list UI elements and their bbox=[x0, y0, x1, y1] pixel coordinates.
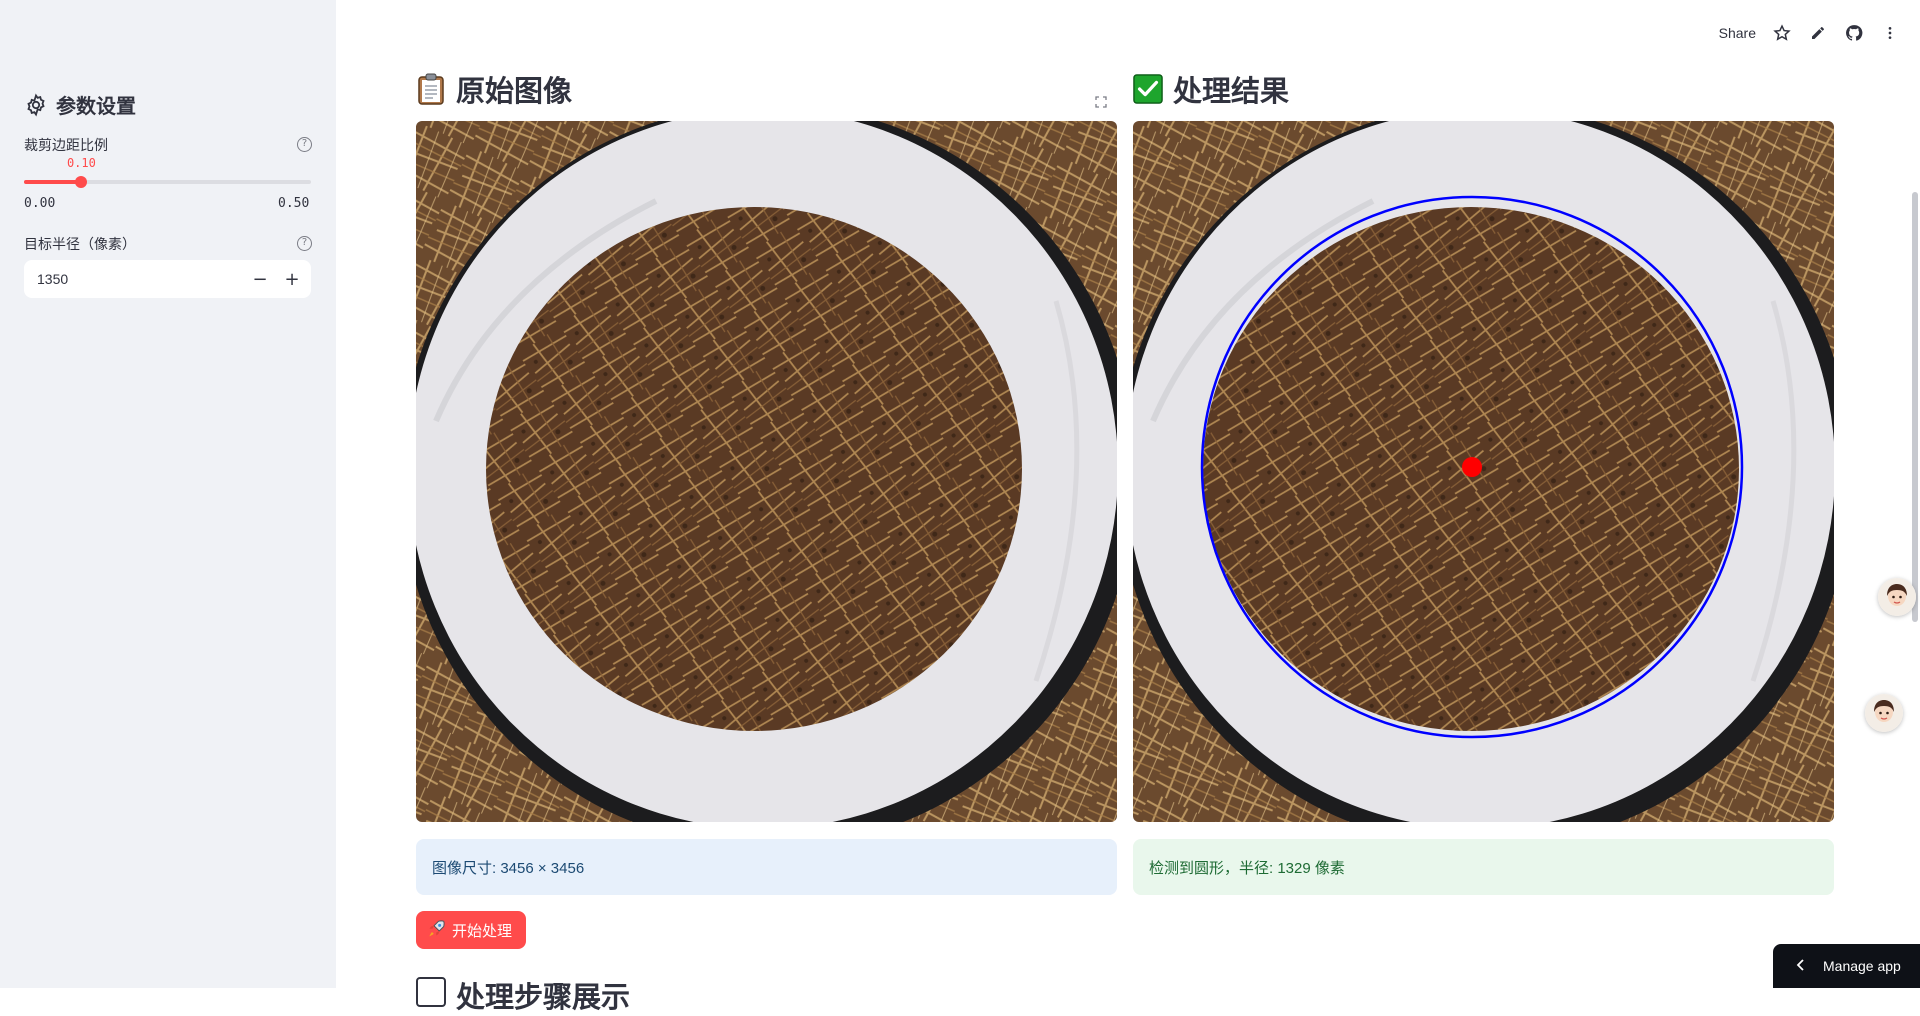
slider-thumb[interactable] bbox=[75, 176, 87, 188]
github-icon[interactable] bbox=[1844, 23, 1864, 43]
avatar[interactable] bbox=[1878, 578, 1916, 616]
decrement-button[interactable]: − bbox=[244, 260, 276, 298]
sidebar-title: 参数设置 bbox=[24, 90, 136, 119]
sidebar-title-label: 参数设置 bbox=[56, 90, 136, 119]
clipboard-icon bbox=[416, 73, 446, 105]
target-radius-input-wrapper: − + bbox=[24, 260, 311, 298]
increment-button[interactable]: + bbox=[276, 260, 308, 298]
result-title-label: 处理结果 bbox=[1173, 68, 1289, 110]
slider-max-label: 0.50 bbox=[278, 196, 309, 211]
chart-icon bbox=[416, 977, 446, 1014]
avatar[interactable] bbox=[1865, 694, 1903, 732]
processing-steps-label: 处理步骤展示 bbox=[456, 974, 630, 1016]
help-icon[interactable]: ? bbox=[297, 137, 312, 152]
manage-app-label: Manage app bbox=[1823, 958, 1901, 974]
original-image-title-label: 原始图像 bbox=[456, 68, 572, 110]
result-title: 处理结果 bbox=[1133, 68, 1289, 110]
target-radius-label: 目标半径（像素） bbox=[24, 234, 136, 254]
star-icon[interactable] bbox=[1772, 23, 1792, 43]
sidebar: 参数设置 裁剪边距比例 ? 0.10 0.00 0.50 目标半径（像素） ? … bbox=[0, 0, 336, 988]
help-icon[interactable]: ? bbox=[297, 236, 312, 251]
chevron-left-icon bbox=[1795, 958, 1807, 974]
gear-icon bbox=[24, 93, 48, 117]
detection-result-info: 检测到圆形，半径: 1329 像素 bbox=[1133, 839, 1834, 895]
slider-fill bbox=[24, 180, 81, 184]
processing-steps-title: 处理步骤展示 bbox=[416, 975, 630, 1015]
original-image bbox=[416, 121, 1117, 822]
top-toolbar: Share bbox=[1719, 20, 1900, 46]
slider-min-label: 0.00 bbox=[24, 196, 55, 211]
result-image bbox=[1133, 121, 1834, 822]
share-button[interactable]: Share bbox=[1719, 25, 1756, 41]
edit-icon[interactable] bbox=[1808, 23, 1828, 43]
check-mark-icon bbox=[1133, 73, 1163, 105]
target-radius-input[interactable] bbox=[24, 260, 244, 298]
manage-app-button[interactable]: Manage app bbox=[1773, 944, 1920, 988]
start-processing-label: 开始处理 bbox=[452, 920, 512, 941]
fullscreen-icon[interactable] bbox=[1088, 90, 1114, 114]
slider-value: 0.10 bbox=[67, 156, 96, 170]
scrollbar[interactable] bbox=[1912, 192, 1918, 622]
crop-margin-slider[interactable]: 0.10 bbox=[24, 180, 311, 184]
more-vertical-icon[interactable] bbox=[1880, 23, 1900, 43]
start-processing-button[interactable]: 开始处理 bbox=[416, 911, 526, 949]
rocket-icon bbox=[428, 919, 446, 941]
image-size-info: 图像尺寸: 3456 × 3456 bbox=[416, 839, 1117, 895]
original-image-title: 原始图像 bbox=[416, 68, 572, 110]
crop-margin-label: 裁剪边距比例 bbox=[24, 135, 108, 155]
center-point bbox=[1462, 457, 1482, 477]
